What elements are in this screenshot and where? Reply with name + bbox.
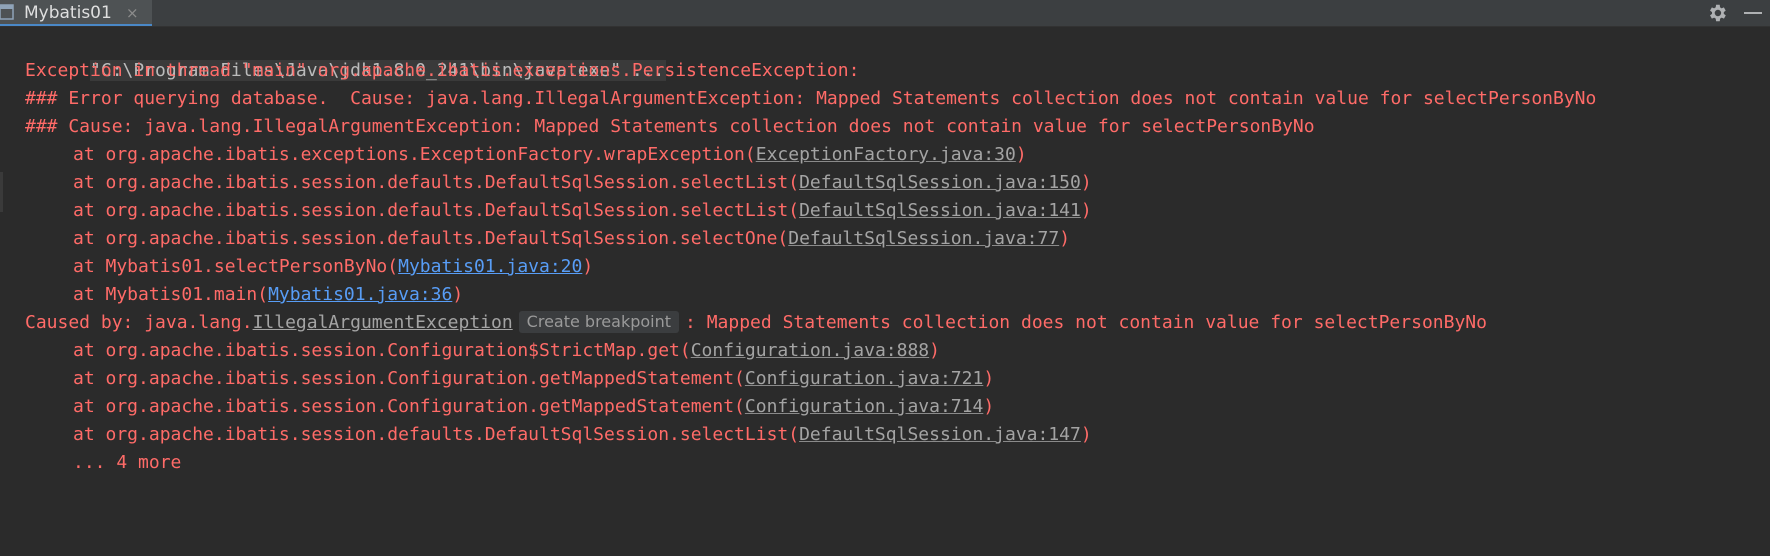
console-output[interactable]: "C:\Program Files\Java\jdk1.8.0_241\bin\… — [0, 27, 1770, 556]
console-line-exception: Exception in thread "main" org.apache.ib… — [25, 60, 860, 81]
gear-icon[interactable] — [1706, 2, 1728, 24]
stack-frame: at org.apache.ibatis.session.defaults.De… — [25, 225, 1070, 253]
source-link[interactable]: DefaultSqlSession.java:77 — [788, 228, 1059, 249]
console-line-command: "C:\Program Files\Java\jdk1.8.0_241\bin\… — [25, 29, 667, 81]
frame-suffix: ) — [1059, 228, 1071, 249]
tab-bar: Mybatis01 × — [0, 0, 1770, 27]
tab-mybatis01[interactable]: Mybatis01 × — [0, 0, 152, 26]
console-line-cause: ### Cause: java.lang.IllegalArgumentExce… — [25, 116, 1315, 137]
stack-frame: at org.apache.ibatis.session.Configurati… — [25, 337, 940, 365]
stack-frame: at Mybatis01.selectPersonByNo(Mybatis01.… — [25, 253, 593, 281]
frame-suffix: ) — [983, 368, 995, 389]
frame-method: at org.apache.ibatis.exceptions.Exceptio… — [73, 144, 756, 165]
stack-frame: at org.apache.ibatis.session.Configurati… — [25, 365, 994, 393]
stack-frame: at org.apache.ibatis.session.defaults.De… — [25, 421, 1092, 449]
run-tool-window: Mybatis01 × "C:\Program Files\Java\jdk1.… — [0, 0, 1770, 556]
caused-by-message: : Mapped Statements collection does not … — [685, 312, 1487, 333]
source-link[interactable]: Configuration.java:721 — [745, 368, 983, 389]
source-link[interactable]: Configuration.java:888 — [691, 340, 929, 361]
frame-suffix: ) — [929, 340, 940, 361]
source-link[interactable]: DefaultSqlSession.java:147 — [799, 424, 1081, 445]
console-icon — [0, 4, 14, 20]
source-link[interactable]: Mybatis01.java:36 — [268, 284, 452, 305]
frame-method: at org.apache.ibatis.session.Configurati… — [73, 368, 745, 389]
frame-suffix: ) — [1015, 144, 1027, 165]
frame-method: at org.apache.ibatis.session.defaults.De… — [73, 228, 789, 249]
minimize-icon[interactable] — [1744, 12, 1762, 14]
frame-suffix: ) — [1080, 172, 1092, 193]
frame-suffix: ) — [1080, 424, 1092, 445]
tab-title: Mybatis01 — [24, 3, 112, 23]
console-line-error-querying: ### Error querying database. Cause: java… — [25, 88, 1597, 109]
create-breakpoint-button[interactable]: Create breakpoint — [518, 311, 680, 333]
caused-by-prefix: Caused by: java.lang. — [25, 312, 253, 333]
frame-method: at org.apache.ibatis.session.Configurati… — [73, 396, 745, 417]
close-icon[interactable]: × — [126, 5, 139, 21]
source-link[interactable]: Configuration.java:714 — [745, 396, 983, 417]
frame-method: at org.apache.ibatis.session.defaults.De… — [73, 200, 800, 221]
source-link[interactable]: ExceptionFactory.java:30 — [756, 144, 1016, 165]
frame-suffix: ) — [452, 284, 464, 305]
stack-frame: at org.apache.ibatis.exceptions.Exceptio… — [25, 141, 1027, 169]
frame-suffix: ) — [983, 396, 995, 417]
frame-suffix: ) — [1080, 200, 1092, 221]
stack-frame: at org.apache.ibatis.session.Configurati… — [25, 393, 994, 421]
source-link[interactable]: Mybatis01.java:20 — [398, 256, 582, 277]
source-link[interactable]: DefaultSqlSession.java:141 — [799, 200, 1081, 221]
frame-method: at org.apache.ibatis.session.defaults.De… — [73, 172, 800, 193]
stack-frame: at Mybatis01.main(Mybatis01.java:36) — [25, 281, 463, 309]
console-line-more: ... 4 more — [73, 452, 182, 473]
frame-method: at org.apache.ibatis.session.Configurati… — [73, 340, 691, 361]
stack-frame: at org.apache.ibatis.session.defaults.De… — [25, 169, 1092, 197]
frame-method: at org.apache.ibatis.session.defaults.De… — [73, 424, 800, 445]
console-line-caused-by: Caused by: java.lang.IllegalArgumentExce… — [25, 309, 1487, 337]
exception-class-link[interactable]: IllegalArgumentException — [253, 312, 513, 333]
source-link[interactable]: DefaultSqlSession.java:150 — [799, 172, 1081, 193]
frame-method: at Mybatis01.selectPersonByNo( — [73, 256, 399, 277]
frame-suffix: ) — [582, 256, 594, 277]
stack-frame: at org.apache.ibatis.session.defaults.De… — [25, 197, 1092, 225]
frame-method: at Mybatis01.main( — [73, 284, 269, 305]
